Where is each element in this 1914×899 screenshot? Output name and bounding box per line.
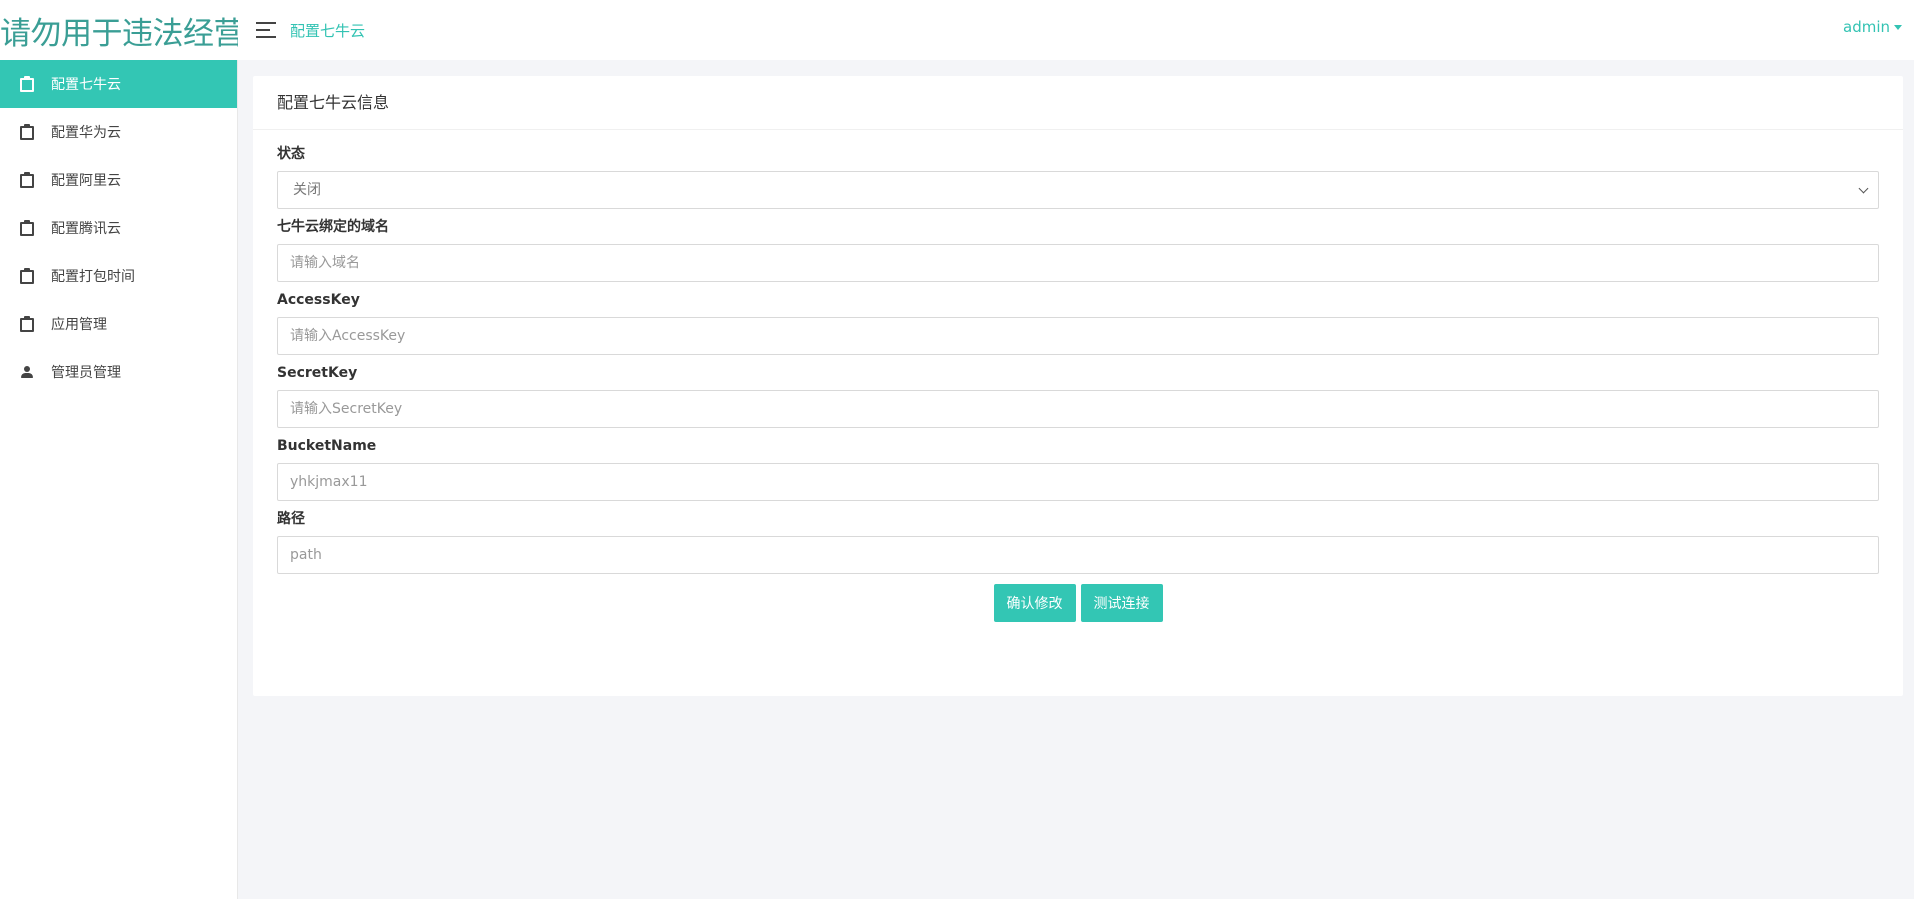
bucket-name-input[interactable]: [277, 463, 1879, 501]
clipboard-icon: [20, 124, 34, 140]
clipboard-icon: [20, 268, 34, 284]
bucket-name-label: BucketName: [277, 438, 377, 454]
status-select-wrap: 关闭: [277, 171, 1879, 209]
sidebar-item-label: 配置华为云: [51, 125, 121, 141]
sidebar-item-label: 配置阿里云: [51, 173, 121, 189]
top-header: 请勿用于违法经营 配置七牛云 admin: [0, 0, 1914, 60]
status-label: 状态: [277, 146, 305, 162]
domain-input[interactable]: [277, 244, 1879, 282]
domain-label: 七牛云绑定的域名: [277, 219, 389, 235]
access-key-input[interactable]: [277, 317, 1879, 355]
sidebar-item-label: 配置七牛云: [51, 77, 121, 93]
secret-key-input[interactable]: [277, 390, 1879, 428]
sidebar-item-label: 配置腾讯云: [51, 221, 121, 237]
sidebar-item-app-management[interactable]: 应用管理: [0, 300, 237, 348]
clipboard-icon: [20, 172, 34, 188]
qiniu-config-form: 状态 关闭 七牛云绑定的域名 AccessKey SecretKey: [253, 130, 1903, 622]
sidebar: 配置七牛云 配置华为云 配置阿里云 配置腾讯云 配置打包时间 应用管理 管理员管…: [0, 60, 238, 899]
secret-key-label: SecretKey: [277, 365, 358, 381]
user-name: admin: [1843, 18, 1890, 36]
sidebar-item-qiniu[interactable]: 配置七牛云: [0, 60, 237, 108]
sidebar-item-aliyun[interactable]: 配置阿里云: [0, 156, 237, 204]
path-label: 路径: [277, 511, 305, 527]
bucket-name-field: BucketName: [277, 438, 1879, 501]
access-key-field: AccessKey: [277, 292, 1879, 355]
config-card: 配置七牛云信息 状态 关闭 七牛云绑定的域名 AccessKey: [253, 76, 1903, 696]
app: 请勿用于违法经营 配置七牛云 admin 配置七牛云 配置华为云 配置阿里云 配…: [0, 0, 1914, 899]
breadcrumb[interactable]: 配置七牛云: [290, 20, 365, 41]
user-menu[interactable]: admin: [1843, 18, 1902, 36]
brand-title: 请勿用于违法经营: [0, 15, 238, 52]
test-connection-button[interactable]: 测试连接: [1080, 584, 1163, 622]
sidebar-item-package-time[interactable]: 配置打包时间: [0, 252, 237, 300]
person-icon: [20, 364, 34, 380]
sidebar-item-huawei[interactable]: 配置华为云: [0, 108, 237, 156]
access-key-label: AccessKey: [277, 292, 360, 308]
menu-toggle-icon[interactable]: [256, 22, 278, 38]
form-actions: 确认修改 测试连接: [277, 584, 1879, 622]
status-select[interactable]: 关闭: [277, 171, 1879, 209]
caret-down-icon: [1894, 24, 1902, 30]
status-field: 状态 关闭: [277, 146, 1879, 209]
sidebar-item-label: 应用管理: [51, 317, 107, 333]
clipboard-icon: [20, 316, 34, 332]
confirm-button[interactable]: 确认修改: [993, 584, 1076, 622]
card-title: 配置七牛云信息: [253, 76, 1903, 130]
domain-field: 七牛云绑定的域名: [277, 219, 1879, 282]
clipboard-icon: [20, 76, 34, 92]
sidebar-item-admin-management[interactable]: 管理员管理: [0, 348, 237, 396]
sidebar-item-tencent[interactable]: 配置腾讯云: [0, 204, 237, 252]
secret-key-field: SecretKey: [277, 365, 1879, 428]
sidebar-item-label: 管理员管理: [51, 365, 121, 381]
path-field: 路径: [277, 511, 1879, 574]
path-input[interactable]: [277, 536, 1879, 574]
clipboard-icon: [20, 220, 34, 236]
sidebar-item-label: 配置打包时间: [51, 269, 135, 285]
